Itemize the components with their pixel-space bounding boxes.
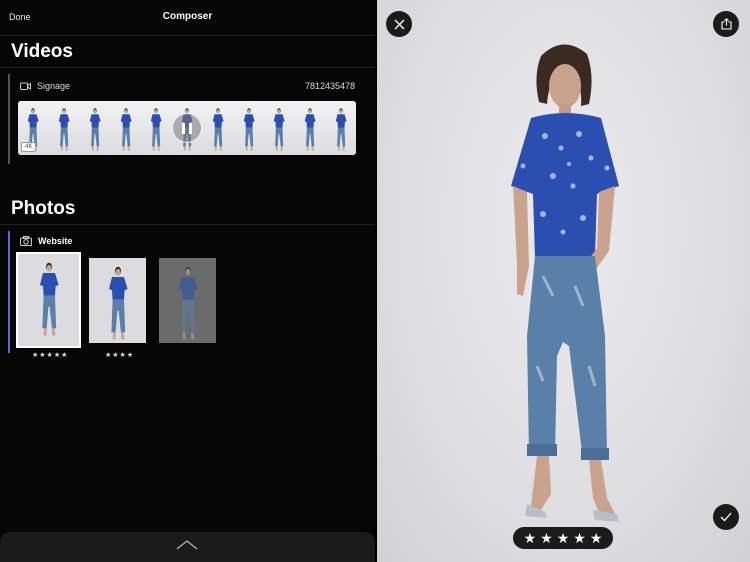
- star-icon[interactable]: ★: [590, 531, 603, 545]
- share-button[interactable]: [713, 11, 739, 37]
- photo-thumbnail-2[interactable]: [89, 258, 146, 343]
- model-figure: [273, 108, 285, 151]
- video-group-header[interactable]: Signage: [20, 79, 70, 93]
- model-photo: [511, 44, 619, 522]
- star-icon[interactable]: ★: [540, 531, 553, 545]
- close-button[interactable]: [386, 11, 412, 37]
- model-figure: [39, 262, 59, 336]
- composer-pane: Done Composer Videos Signage 7812435478 …: [0, 0, 375, 562]
- photo-group-header[interactable]: Website: [20, 234, 72, 248]
- model-figure: [58, 108, 70, 151]
- chevron-up-icon: [176, 540, 198, 550]
- photos-separator: [0, 224, 375, 225]
- model-figure: [108, 266, 128, 340]
- video-frame: [294, 101, 326, 155]
- photo-rating-1: ★★★★★: [32, 352, 69, 359]
- videos-section-title: Videos: [11, 41, 73, 62]
- model-figure: [212, 108, 224, 151]
- model-figure: [243, 108, 255, 151]
- photo-group-name: Website: [38, 236, 73, 246]
- close-icon: [394, 19, 404, 29]
- video-frame: [263, 101, 295, 155]
- videos-group-bar: [8, 74, 10, 164]
- video-frame: [140, 101, 172, 155]
- star-icon[interactable]: ★: [524, 531, 537, 545]
- pause-icon: [182, 122, 185, 134]
- camera-icon: [20, 236, 32, 246]
- model-figure: [120, 108, 132, 151]
- model-figure: [151, 108, 162, 151]
- videos-separator: [0, 67, 375, 68]
- photo-viewer: ★ ★ ★ ★ ★: [377, 0, 750, 562]
- photo-thumbnail-1[interactable]: [16, 252, 81, 348]
- page-title: Composer: [162, 11, 213, 22]
- photos-group-bar: [8, 231, 10, 353]
- model-figure: [89, 108, 101, 151]
- top-bar: Done Composer: [0, 0, 375, 36]
- video-frame: [48, 101, 80, 155]
- video-group-count: 7812435478: [304, 81, 355, 91]
- model-figure: [304, 108, 316, 151]
- video-frame: [202, 101, 234, 155]
- video-group-name: Signage: [37, 81, 71, 91]
- confirm-button[interactable]: [713, 504, 739, 530]
- photo-thumbnail-3[interactable]: [159, 258, 216, 343]
- resolution-badge: 4K: [21, 142, 37, 152]
- pause-icon-bar: [189, 122, 192, 134]
- photos-section-title: Photos: [11, 198, 76, 219]
- model-figure: [178, 266, 198, 340]
- bottom-drawer-handle[interactable]: [0, 532, 375, 562]
- star-icon[interactable]: ★: [557, 531, 570, 545]
- star-icon[interactable]: ★: [573, 531, 586, 545]
- video-camera-icon: [20, 82, 31, 90]
- model-figure: [335, 108, 347, 151]
- photo-rating-2: ★★★★: [105, 352, 135, 359]
- video-frame: [110, 101, 141, 155]
- video-frame: [79, 101, 111, 155]
- rating-stars[interactable]: ★ ★ ★ ★ ★: [513, 527, 613, 549]
- pause-button[interactable]: [172, 113, 202, 143]
- checkmark-icon: [720, 512, 732, 522]
- share-icon: [720, 18, 732, 30]
- video-frame: [233, 101, 264, 155]
- video-frame: [325, 101, 356, 155]
